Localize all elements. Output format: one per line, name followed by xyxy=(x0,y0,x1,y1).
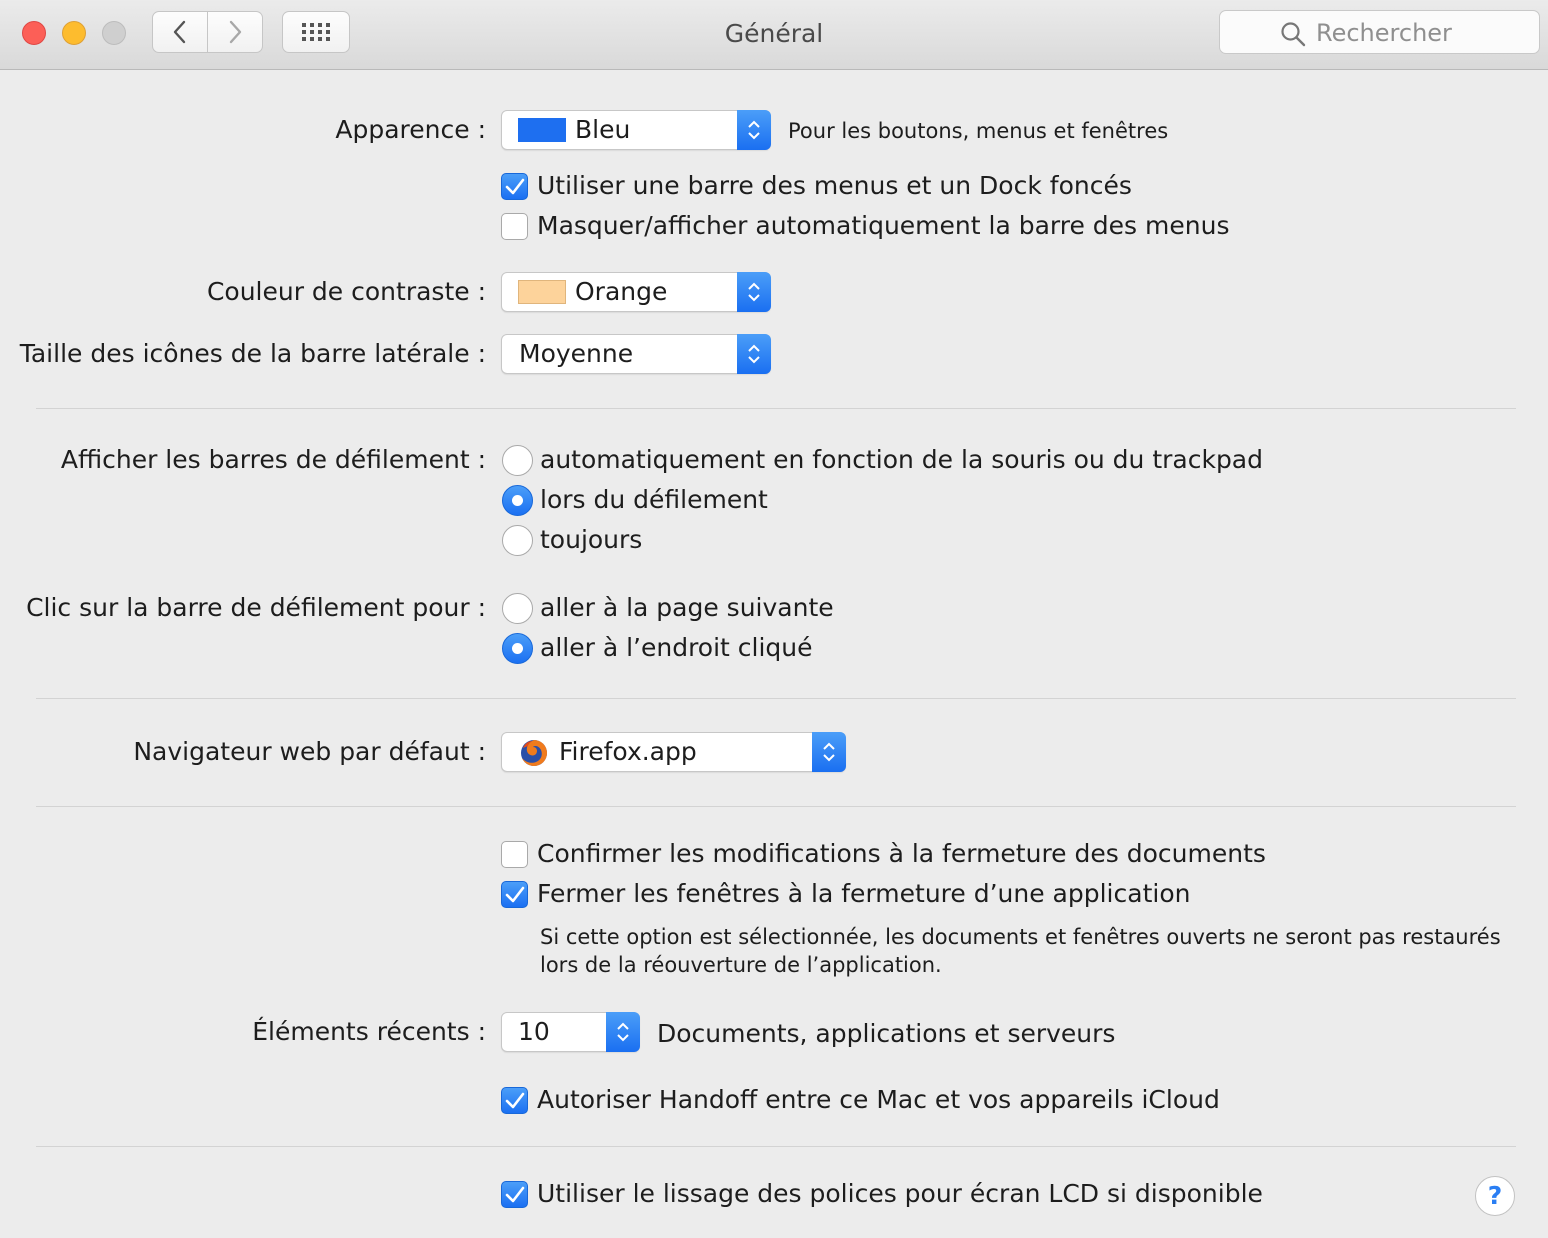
browser-value: Firefox.app xyxy=(559,737,697,766)
search-placeholder: Rechercher xyxy=(1316,19,1452,47)
recent-items-hint: Documents, applications et serveurs xyxy=(657,1019,1116,1048)
dark-menu-label: Utiliser une barre des menus et un Dock … xyxy=(537,171,1132,200)
lcd-smoothing-label: Utiliser le lissage des polices pour écr… xyxy=(537,1179,1263,1208)
handoff-label: Autoriser Handoff entre ce Mac et vos ap… xyxy=(537,1085,1220,1114)
separator xyxy=(36,806,1516,807)
separator xyxy=(36,1146,1516,1147)
browser-label: Navigateur web par défaut : xyxy=(133,737,486,766)
handoff-checkbox[interactable] xyxy=(501,1087,528,1114)
close-windows-note-line2: lors de la réouverture de l’application. xyxy=(540,953,942,977)
popup-arrows-icon xyxy=(812,732,846,772)
close-windows-label: Fermer les fenêtres à la fermeture d’une… xyxy=(537,879,1191,908)
close-windows-checkbox[interactable] xyxy=(501,881,528,908)
highlight-label: Couleur de contraste : xyxy=(206,277,486,306)
scrollbars-always-radio[interactable] xyxy=(502,525,533,556)
checkmark-icon xyxy=(505,1186,525,1203)
help-button[interactable]: ? xyxy=(1475,1176,1515,1216)
appearance-value: Bleu xyxy=(575,115,631,144)
confirm-changes-checkbox[interactable] xyxy=(501,841,528,868)
highlight-swatch xyxy=(518,280,566,304)
scroll-click-spot-radio[interactable] xyxy=(502,633,533,664)
scroll-click-spot-label: aller à l’endroit cliqué xyxy=(540,633,813,662)
popup-arrows-icon xyxy=(737,334,771,374)
checkmark-icon xyxy=(505,886,525,903)
scrollbars-label: Afficher les barres de défilement : xyxy=(60,445,486,474)
sidebar-size-popup[interactable]: Moyenne xyxy=(501,334,771,374)
scroll-click-label: Clic sur la barre de défilement pour : xyxy=(26,593,486,622)
dark-menu-checkbox[interactable] xyxy=(501,173,528,200)
confirm-changes-label: Confirmer les modifications à la fermetu… xyxy=(537,839,1266,868)
sidebar-size-value: Moyenne xyxy=(519,339,634,368)
autohide-menu-checkbox[interactable] xyxy=(501,213,528,240)
appearance-popup[interactable]: Bleu xyxy=(501,110,771,150)
checkmark-icon xyxy=(505,1092,525,1109)
checkmark-icon xyxy=(505,178,525,195)
scrollbars-scrolling-radio[interactable] xyxy=(502,485,533,516)
highlight-value: Orange xyxy=(575,277,668,306)
scrollbars-auto-label: automatiquement en fonction de la souris… xyxy=(540,445,1263,474)
appearance-swatch xyxy=(518,118,566,142)
scroll-click-next-page-radio[interactable] xyxy=(502,593,533,624)
scrollbars-auto-radio[interactable] xyxy=(502,445,533,476)
popup-arrows-icon xyxy=(737,272,771,312)
lcd-smoothing-checkbox[interactable] xyxy=(501,1181,528,1208)
popup-arrows-icon xyxy=(737,110,771,150)
recent-items-label: Éléments récents : xyxy=(252,1017,486,1046)
appearance-hint: Pour les boutons, menus et fenêtres xyxy=(788,119,1169,143)
browser-popup[interactable]: Firefox.app xyxy=(501,732,846,772)
autohide-menu-label: Masquer/afficher automatiquement la barr… xyxy=(537,211,1230,240)
search-icon xyxy=(1281,22,1306,47)
close-windows-note-line1: Si cette option est sélectionnée, les do… xyxy=(540,925,1501,949)
scroll-click-next-page-label: aller à la page suivante xyxy=(540,593,834,622)
recent-items-popup[interactable]: 10 xyxy=(501,1012,640,1052)
highlight-popup[interactable]: Orange xyxy=(501,272,771,312)
scrollbars-always-label: toujours xyxy=(540,525,643,554)
separator xyxy=(36,408,1516,409)
search-field[interactable]: Rechercher xyxy=(1219,10,1540,54)
separator xyxy=(36,698,1516,699)
recent-items-value: 10 xyxy=(518,1017,550,1046)
scrollbars-scrolling-label: lors du défilement xyxy=(540,485,768,514)
firefox-icon xyxy=(521,740,547,766)
appearance-label: Apparence : xyxy=(335,115,486,144)
popup-arrows-icon xyxy=(606,1012,640,1052)
title-bar: Général Rechercher xyxy=(0,0,1548,70)
sidebar-size-label: Taille des icônes de la barre latérale : xyxy=(19,339,486,368)
